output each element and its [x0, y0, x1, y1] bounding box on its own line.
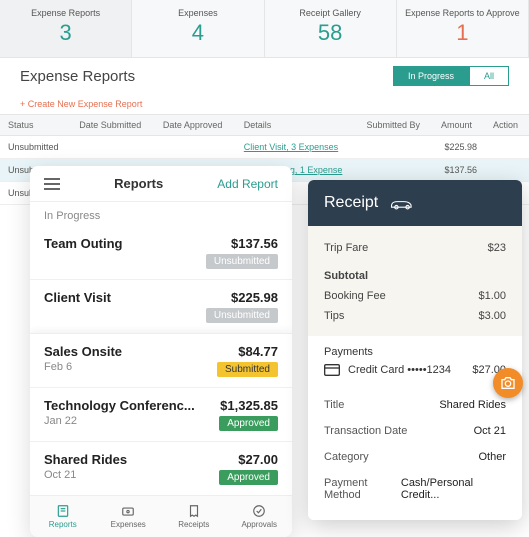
receipt-header: Receipt — [308, 180, 522, 226]
hamburger-icon[interactable] — [44, 178, 60, 190]
page-title: Expense Reports — [20, 68, 135, 85]
status-badge: Unsubmitted — [206, 308, 278, 323]
mobile-reports-panel: Reports Add Report In Progress Team Outi… — [30, 166, 292, 537]
stat-expenses[interactable]: Expenses4 — [132, 0, 264, 57]
stat-expense-reports[interactable]: Expense Reports3 — [0, 0, 132, 57]
page-header: Expense Reports In Progress All — [0, 58, 529, 94]
receipt-panel: Receipt Trip Fare$23 Subtotal Booking Fe… — [308, 180, 522, 520]
status-badge: Unsubmitted — [206, 254, 278, 269]
tab-in-progress[interactable]: In Progress — [393, 66, 469, 86]
nav-expenses[interactable]: Expenses — [96, 496, 162, 537]
col-details[interactable]: Details — [236, 115, 359, 136]
mobile-nav: Reports Expenses Receipts Approvals — [30, 495, 292, 537]
stat-to-approve[interactable]: Expense Reports to Approve1 — [397, 0, 529, 57]
nav-approvals[interactable]: Approvals — [227, 496, 293, 537]
stats-bar: Expense Reports3 Expenses4 Receipt Galle… — [0, 0, 529, 58]
nav-receipts[interactable]: Receipts — [161, 496, 227, 537]
list-item[interactable]: Sales OnsiteFeb 6$84.77Submitted — [30, 334, 292, 388]
credit-card-icon — [324, 364, 340, 376]
list-item[interactable]: Client Visit$225.98Unsubmitted — [30, 280, 292, 333]
camera-fab[interactable] — [493, 368, 523, 398]
status-badge: Approved — [219, 470, 278, 485]
filter-tabs: In Progress All — [393, 66, 509, 86]
mobile-title: Reports — [114, 176, 163, 191]
add-report-link[interactable]: Add Report — [217, 177, 278, 191]
camera-icon — [500, 376, 516, 390]
col-status[interactable]: Status — [0, 115, 71, 136]
col-action[interactable]: Action — [485, 115, 529, 136]
payments-label: Payments — [324, 346, 506, 358]
car-icon — [388, 195, 416, 211]
list-item[interactable]: Team Outing$137.56Unsubmitted — [30, 226, 292, 280]
status-badge: Submitted — [217, 362, 278, 377]
create-report-link[interactable]: + Create New Expense Report — [0, 94, 529, 114]
nav-reports[interactable]: Reports — [30, 496, 96, 537]
col-date-approved[interactable]: Date Approved — [155, 115, 236, 136]
col-date-submitted[interactable]: Date Submitted — [71, 115, 155, 136]
status-badge: Approved — [219, 416, 278, 431]
list-item[interactable]: Technology Conferenc...Jan 22$1,325.85Ap… — [30, 388, 292, 442]
details-link[interactable]: Client Visit, 3 Expenses — [244, 142, 338, 152]
tab-all[interactable]: All — [469, 66, 509, 86]
table-row[interactable]: UnsubmittedClient Visit, 3 Expenses$225.… — [0, 136, 529, 159]
col-amount[interactable]: Amount — [433, 115, 485, 136]
stat-receipt-gallery[interactable]: Receipt Gallery58 — [265, 0, 397, 57]
receipt-title: Receipt — [324, 194, 378, 212]
list-item[interactable]: Shared RidesOct 21$27.00Approved — [30, 442, 292, 495]
col-submitted-by[interactable]: Submitted By — [359, 115, 433, 136]
section-label: In Progress — [30, 202, 292, 226]
